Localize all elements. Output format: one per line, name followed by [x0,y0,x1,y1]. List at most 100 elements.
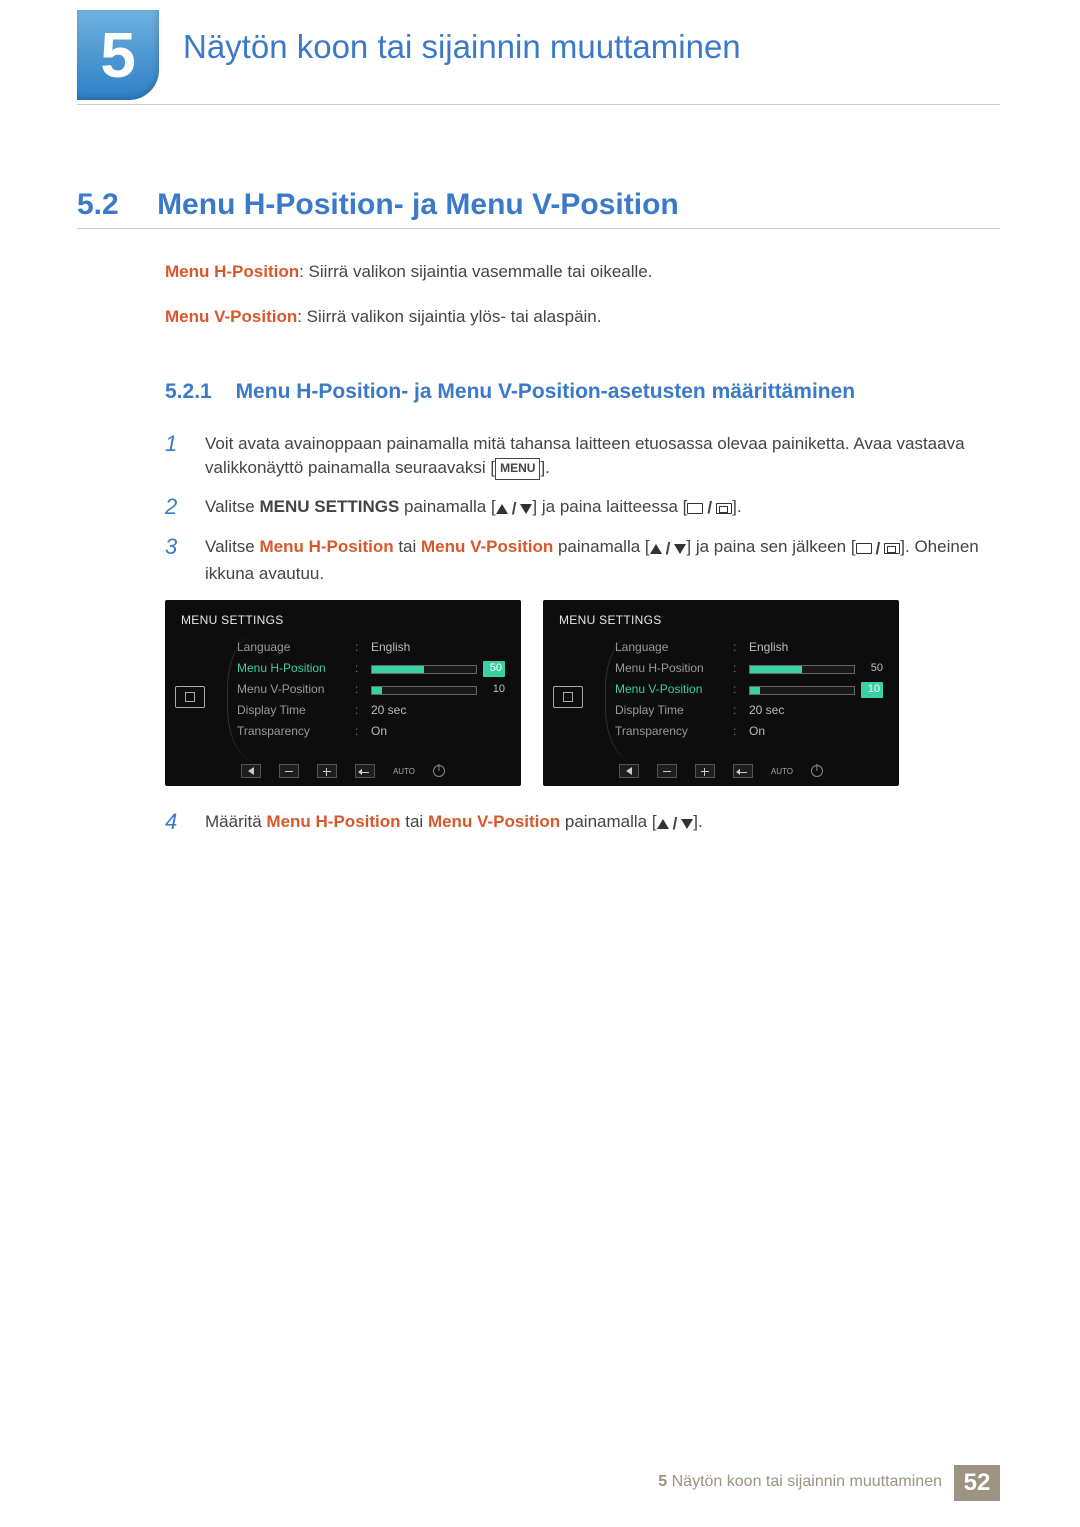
osd-power-icon [433,765,445,777]
step3-orange1: Menu H-Position [260,537,394,556]
osd-item-v-position: Menu V-Position: 10 [237,680,505,701]
menu-key-icon: MENU [495,458,540,479]
up-down-arrow-icon: / [657,812,694,837]
osd-auto-label: AUTO [771,766,793,778]
step-3: 3 Valitse Menu H-Position tai Menu V-Pos… [165,535,980,586]
osd-curve-decoration [227,634,257,762]
footer-text: 5 Näytön koon tai sijainnin muuttaminen [658,1465,954,1501]
step3-orange2: Menu V-Position [421,537,553,556]
osd-slider [371,686,477,695]
chapter-title: Näytön koon tai sijainnin muuttaminen [183,28,741,66]
osd-item-display-time: Display Time: 20 sec [615,701,883,722]
osd-title: MENU SETTINGS [559,612,883,629]
osd-item-v-position: Menu V-Position: 10 [615,680,883,701]
osd-title: MENU SETTINGS [181,612,505,629]
osd-enter-icon [733,764,753,778]
step4-text-d: ]. [693,812,702,831]
up-down-arrow-icon: / [650,537,687,562]
chapter-header: 5 Näytön koon tai sijainnin muuttaminen [77,10,1000,100]
definition-row: Menu V-Position: Siirrä valikon sijainti… [165,305,980,330]
section-number: 5.2 [77,188,119,221]
osd-item-transparency: Transparency: On [615,722,883,743]
osd-curve-decoration [605,634,635,762]
step1-text-b: ]. [540,458,549,477]
step4-orange2: Menu V-Position [428,812,560,831]
osd-category-icon [175,686,205,708]
osd-slider [749,686,855,695]
subsection-number: 5.2.1 [165,380,212,403]
osd-enter-icon [355,764,375,778]
subsection-heading: 5.2.1 Menu H-Position- ja Menu V-Positio… [165,377,980,407]
page-footer: 5 Näytön koon tai sijainnin muuttaminen … [658,1465,1000,1501]
osd-slider [749,665,855,674]
step-4: 4 Määritä Menu H-Position tai Menu V-Pos… [165,810,980,836]
osd-screenshots: MENU SETTINGS Language: English Menu H-P… [165,600,980,786]
osd-slider-value: 50 [861,661,883,677]
osd-button-bar: AUTO [543,764,899,778]
source-enter-icon: / [856,537,901,562]
osd-value: English [749,639,883,656]
term-v-position: Menu V-Position [165,307,297,326]
body-content: Menu H-Position: Siirrä valikon sijainti… [165,250,980,851]
step-text: Voit avata avainoppaan painamalla mitä t… [205,432,980,481]
chapter-number-badge: 5 [77,10,159,100]
osd-panel-right: MENU SETTINGS Language: English Menu H-P… [543,600,899,786]
osd-minus-icon [657,764,677,778]
step2-text-c: ] ja paina laitteessa [ [532,497,687,516]
definition-h-position: : Siirrä valikon sijaintia vasemmalle ta… [299,262,652,281]
osd-power-icon [811,765,823,777]
step4-text-c: painamalla [ [560,812,656,831]
step1-text-a: Voit avata avainoppaan painamalla mitä t… [205,434,965,478]
step-text: Määritä Menu H-Position tai Menu V-Posit… [205,810,980,836]
step2-text-d: ]. [732,497,741,516]
header-divider [77,104,1000,105]
footer-chapter-title: Näytön koon tai sijainnin muuttaminen [672,1473,942,1490]
osd-plus-icon [317,764,337,778]
step-text: Valitse Menu H-Position tai Menu V-Posit… [205,535,980,586]
section-title: Menu H-Position- ja Menu V-Position [157,188,679,221]
step4-text-a: Määritä [205,812,266,831]
step-1: 1 Voit avata avainoppaan painamalla mitä… [165,432,980,481]
steps-list: 1 Voit avata avainoppaan painamalla mitä… [165,432,980,837]
osd-slider-value: 10 [861,682,883,698]
step4-text-b: tai [401,812,428,831]
osd-button-bar: AUTO [165,764,521,778]
up-down-arrow-icon: / [496,497,533,522]
source-enter-icon: / [687,496,732,521]
osd-value: 20 sec [749,702,883,719]
section-heading: 5.2 Menu H-Position- ja Menu V-Position [77,188,679,222]
step2-bold: MENU SETTINGS [260,497,400,516]
subsection-title: Menu H-Position- ja Menu V-Position-aset… [236,380,856,403]
osd-item-h-position: Menu H-Position: 50 [615,659,883,680]
step4-orange1: Menu H-Position [266,812,400,831]
step-number: 4 [165,810,187,836]
step3-text-d: ] ja paina sen jälkeen [ [686,537,855,556]
step-number: 1 [165,432,187,481]
osd-value: On [371,723,505,740]
step3-text-c: painamalla [ [553,537,649,556]
osd-slider-value: 50 [483,661,505,677]
step-number: 2 [165,495,187,521]
step2-text-b: painamalla [ [399,497,495,516]
step-2: 2 Valitse MENU SETTINGS painamalla [/] j… [165,495,980,521]
osd-item-display-time: Display Time: 20 sec [237,701,505,722]
osd-back-icon [241,764,261,778]
osd-back-icon [619,764,639,778]
osd-value: On [749,723,883,740]
definition-v-position: : Siirrä valikon sijaintia ylös- tai ala… [297,307,601,326]
step2-text-a: Valitse [205,497,260,516]
osd-plus-icon [695,764,715,778]
osd-category-icon [553,686,583,708]
osd-slider-value: 10 [483,682,505,698]
osd-minus-icon [279,764,299,778]
section-divider [77,228,1000,229]
step-number: 3 [165,535,187,586]
osd-value: 20 sec [371,702,505,719]
osd-list: Language: English Menu H-Position: 50 Me… [615,638,883,743]
osd-panel-left: MENU SETTINGS Language: English Menu H-P… [165,600,521,786]
osd-item-transparency: Transparency: On [237,722,505,743]
osd-item-language: Language: English [615,638,883,659]
page-number-badge: 52 [954,1465,1000,1501]
osd-auto-label: AUTO [393,766,415,778]
term-h-position: Menu H-Position [165,262,299,281]
